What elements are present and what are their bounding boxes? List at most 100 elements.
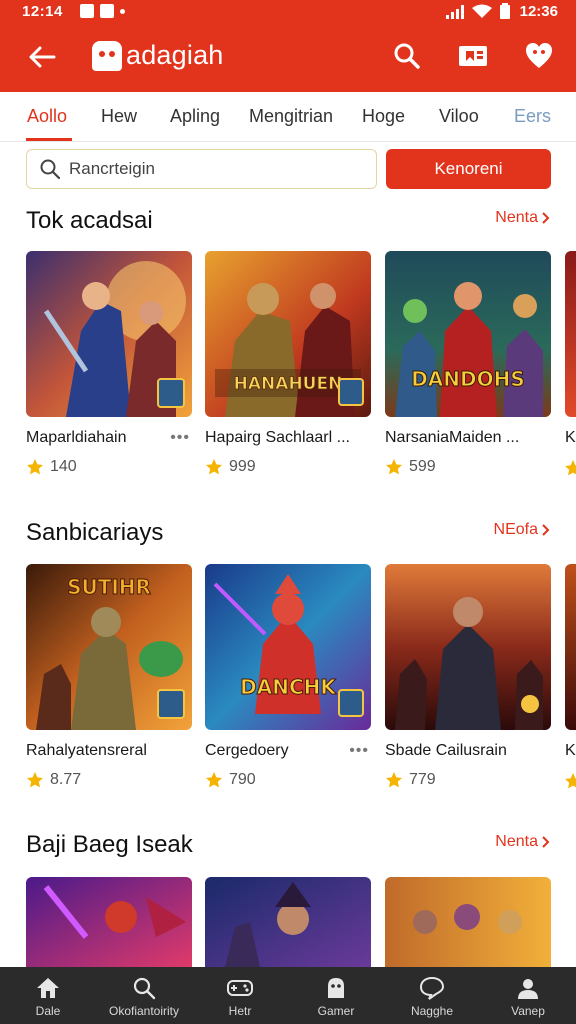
- app-bar: adagiah: [0, 26, 576, 92]
- game-card[interactable]: DANDOHS NarsaniaMaiden ... 599: [385, 251, 551, 475]
- tab-mengitrian[interactable]: Mengitrian: [249, 106, 333, 127]
- art-title-text: HANAHUEN: [234, 374, 343, 394]
- gamepad-icon: [227, 980, 253, 996]
- section-more-link[interactable]: Nenta: [495, 833, 550, 851]
- nav-home[interactable]: Dale: [0, 975, 96, 1018]
- back-button[interactable]: [22, 40, 62, 74]
- nav-label: Okofiantoirity: [108, 1004, 180, 1018]
- game-thumbnail: DANDOHS: [385, 251, 551, 417]
- system-icons: [446, 3, 510, 19]
- nav-profile[interactable]: Vanep: [480, 975, 576, 1018]
- nav-label: Dale: [35, 1004, 61, 1018]
- game-thumbnail: [385, 877, 551, 967]
- library-button[interactable]: [456, 39, 490, 73]
- tab-eers[interactable]: Eers: [514, 106, 551, 127]
- more-options-icon[interactable]: •••: [349, 742, 369, 760]
- star-icon: [206, 772, 222, 788]
- search-input[interactable]: Rancrteigin: [26, 149, 377, 189]
- chevron-right-icon: [542, 524, 550, 536]
- game-title: Sbade Cailusrain: [385, 742, 507, 759]
- nav-label: Hetr: [228, 1004, 252, 1018]
- nav-gamer[interactable]: Gamer: [288, 975, 384, 1018]
- search-submit-button[interactable]: Kenoreni: [386, 149, 551, 189]
- home-icon: [37, 978, 59, 998]
- tab-hoge[interactable]: Hoge: [362, 106, 405, 127]
- game-thumbnail: DANCHK: [205, 564, 371, 730]
- rating-value: 779: [409, 771, 436, 788]
- notification-dot-icon: [120, 9, 125, 14]
- game-card[interactable]: [205, 877, 371, 967]
- game-rating: 599: [385, 458, 436, 476]
- nav-games[interactable]: Hetr: [192, 975, 288, 1018]
- battery-icon: [500, 3, 510, 19]
- nav-search[interactable]: Okofiantoirity: [96, 975, 192, 1018]
- user-icon: [518, 979, 538, 999]
- more-link-label: NEofa: [493, 521, 538, 538]
- star-icon: [565, 460, 576, 476]
- more-options-icon[interactable]: •••: [170, 429, 190, 447]
- game-thumbnail: [26, 877, 192, 967]
- tab-viloo[interactable]: Viloo: [439, 106, 479, 127]
- game-rating: 140: [26, 458, 77, 476]
- star-icon: [386, 772, 402, 788]
- game-card[interactable]: SUTIHR Rahalyatensreral 8.77: [26, 564, 192, 788]
- search-button[interactable]: [390, 39, 424, 73]
- favorites-button[interactable]: [522, 39, 556, 73]
- rating-value: 599: [409, 458, 436, 475]
- search-icon: [133, 977, 156, 1000]
- game-title: NarsaniaMaiden ...: [385, 429, 520, 446]
- chevron-right-icon: [542, 836, 550, 848]
- tab-aollo[interactable]: Aollo: [27, 106, 67, 127]
- game-card[interactable]: [26, 877, 192, 967]
- notification-icon: [100, 4, 114, 18]
- rating-value: 140: [50, 458, 77, 475]
- star-icon: [27, 772, 43, 788]
- nav-messages[interactable]: Nagghe: [384, 975, 480, 1018]
- star-icon: [386, 459, 402, 475]
- nav-label: Gamer: [317, 1004, 355, 1018]
- category-tabs: Aollo Hew Apling Mengitrian Hoge Viloo E…: [0, 92, 576, 142]
- rating-value: 790: [229, 771, 256, 788]
- status-time-right: 12:36: [519, 3, 558, 20]
- nav-label: Vanep: [511, 1004, 545, 1018]
- nav-label: Nagghe: [410, 1004, 454, 1018]
- section-more-link[interactable]: Nenta: [495, 209, 550, 227]
- game-rating: 999: [205, 458, 256, 476]
- search-placeholder: Rancrteigin: [69, 159, 155, 178]
- next-card-peek[interactable]: [565, 564, 576, 730]
- star-icon: [206, 459, 222, 475]
- active-tab-indicator: [26, 138, 72, 141]
- notification-icons: [80, 4, 125, 18]
- tab-hew[interactable]: Hew: [101, 106, 137, 127]
- ghost-logo-icon: [92, 40, 122, 71]
- art-title-text: DANCHK: [240, 675, 337, 699]
- game-rating: 790: [205, 771, 256, 789]
- game-card[interactable]: HANAHUEN Hapairg Sachlaarl ... 999: [205, 251, 371, 475]
- game-card[interactable]: [385, 877, 551, 967]
- art-title-text: DANDOHS: [411, 367, 525, 391]
- game-card[interactable]: Sbade Cailusrain 779: [385, 564, 551, 788]
- section-title: Baji Baeg Iseak: [26, 831, 193, 858]
- game-thumbnail: [385, 564, 551, 730]
- game-thumbnail: [205, 877, 371, 967]
- game-card[interactable]: DANCHK Cergedoery ••• 790: [205, 564, 371, 788]
- heart-icon: [526, 43, 552, 68]
- brand-name: adagiah: [126, 40, 224, 70]
- top-app-bar: 12:14 12:36 adagiah: [0, 0, 576, 92]
- rating-value: 8.77: [50, 771, 82, 788]
- game-rating: 8.77: [26, 771, 81, 789]
- section-more-link[interactable]: NEofa: [494, 521, 550, 539]
- section-title: Sanbicariays: [26, 519, 164, 546]
- game-thumbnail: SUTIHR: [26, 564, 192, 730]
- more-link-label: Nenta: [495, 209, 538, 226]
- bottom-navigation: Dale Okofiantoirity Hetr Gamer Nagghe Va…: [0, 967, 576, 1024]
- search-icon: [394, 43, 420, 69]
- tab-apling[interactable]: Apling: [170, 106, 220, 127]
- next-card-title-peek: K: [565, 429, 576, 446]
- bag-icon: [328, 978, 344, 998]
- next-card-title-peek: K: [565, 742, 576, 759]
- game-card[interactable]: Maparldiahain ••• 140: [26, 251, 192, 475]
- more-link-label: Nenta: [495, 833, 538, 850]
- chevron-right-icon: [542, 212, 550, 224]
- next-card-peek[interactable]: [565, 251, 576, 417]
